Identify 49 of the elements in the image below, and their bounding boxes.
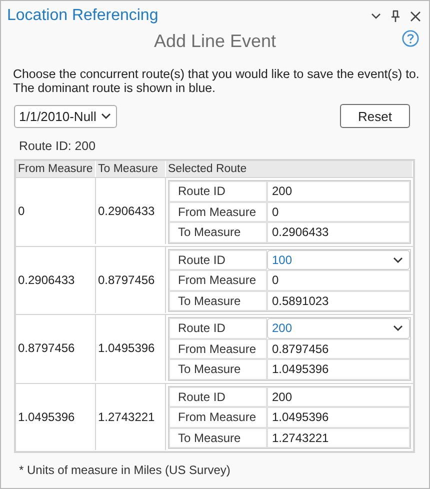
field-label: From Measure [169, 338, 267, 359]
field-value: 1.2743221 [267, 428, 410, 448]
date-dropdown[interactable]: 1/1/2010-Null [14, 104, 118, 128]
field-label: From Measure [169, 407, 267, 428]
field-value: 0 [267, 202, 410, 222]
chevron-down-icon [393, 325, 403, 332]
table-cell: 0.2906433 [96, 177, 166, 244]
table-cell: 0.8797456 [96, 246, 166, 312]
field-value: 0 [267, 270, 410, 290]
column-header: To Measure [96, 161, 166, 177]
field-label: From Measure [169, 270, 267, 290]
field-label: Route ID [169, 386, 267, 407]
dialog-heading: Add Line Event [154, 30, 276, 52]
field-label: From Measure [169, 202, 267, 222]
table-cell: 0.2906433 [16, 246, 96, 312]
table-cell: 0.8797456 [16, 314, 96, 381]
field-label: To Measure [169, 290, 267, 311]
field-value: 200 [267, 181, 410, 202]
field-label: To Measure [169, 222, 267, 242]
help-icon[interactable] [402, 30, 419, 47]
field-value: 0.5891023 [267, 290, 410, 311]
instruction-text: Choose the concurrent route(s) that you would like to save the event(s) to. The dominant route is shown in blue. [13, 67, 420, 95]
field-value: 0.2906433 [267, 222, 410, 242]
close-icon[interactable] [410, 10, 421, 22]
reset-button[interactable]: Reset [340, 104, 410, 128]
column-header: From Measure [16, 161, 96, 177]
field-label: To Measure [169, 428, 267, 448]
field-label: Route ID [169, 181, 267, 202]
field-label: Route ID [169, 250, 267, 270]
field-value: 1.0495396 [267, 359, 410, 380]
units-note: * Units of measure in Miles (US Survey) [19, 463, 232, 477]
route-dropdown[interactable]: 200 [267, 318, 410, 338]
table-cell: 1.2743221 [96, 382, 166, 450]
route-id-label: Route ID: 200 [19, 139, 96, 153]
field-value: 0.8797456 [267, 338, 410, 359]
field-value: 200 [267, 386, 410, 407]
chevron-down-icon [101, 113, 112, 119]
column-header: Selected Route [166, 161, 413, 177]
route-dropdown[interactable]: 100 [267, 250, 410, 270]
panel-title: Location Referencing [7, 7, 158, 25]
field-label: To Measure [169, 359, 267, 380]
pin-icon[interactable] [391, 10, 400, 22]
field-label: Route ID [169, 318, 267, 338]
field-value: 1.0495396 [267, 407, 410, 428]
table-cell: 1.0495396 [96, 314, 166, 381]
chevron-down-icon [393, 256, 403, 263]
table-cell: 1.0495396 [16, 382, 96, 450]
table-cell: 0 [16, 177, 96, 244]
chevron-down-icon[interactable] [371, 13, 381, 19]
